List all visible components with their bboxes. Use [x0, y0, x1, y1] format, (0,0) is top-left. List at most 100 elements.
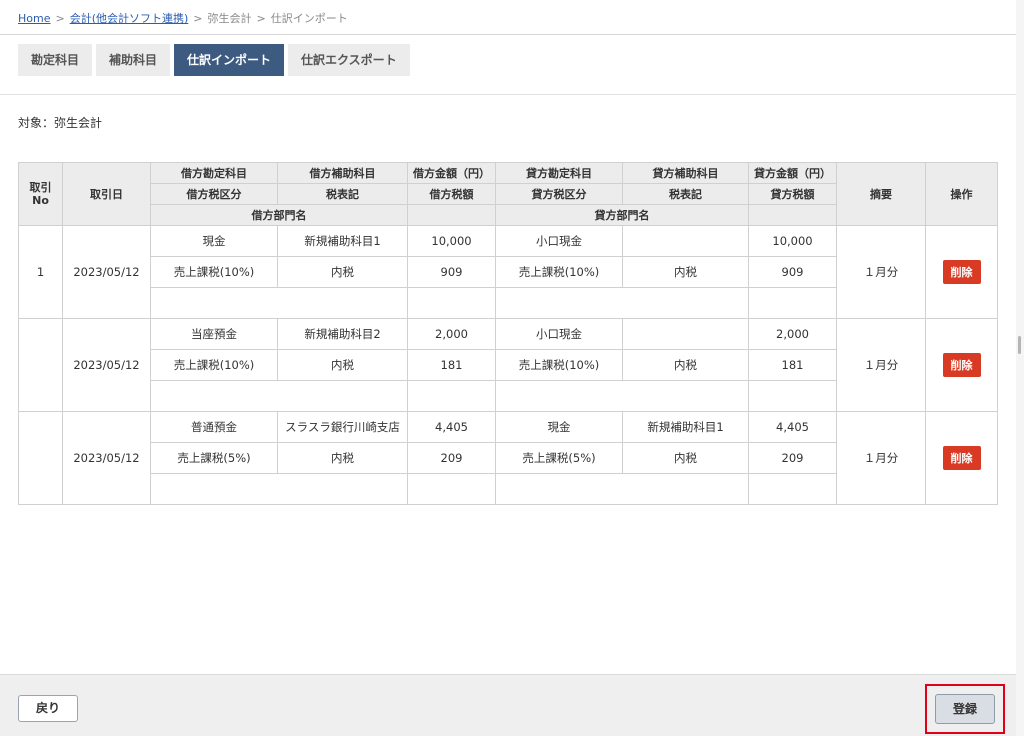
cell-debit-tax-category: 売上課税(5%): [150, 442, 278, 474]
header-credit-tax-category: 貸方税区分: [495, 183, 623, 205]
cell-credit-tax-category: 売上課税(5%): [495, 442, 623, 474]
header-credit-sub-account: 貸方補助科目: [622, 162, 749, 184]
delete-button[interactable]: 削除: [942, 446, 981, 470]
table-row: 2023/05/12 普通預金 スラスラ銀行川崎支店 4,405 現金 新規補助…: [18, 411, 998, 505]
cell-credit-tax-amount: 909: [748, 256, 837, 288]
journal-import-table: 取引 No 取引日 借方勘定科目 借方補助科目 借方金額（円） 貸方勘定科目 貸…: [18, 162, 998, 505]
cell-blank: [748, 473, 837, 505]
cell-memo: １月分: [836, 318, 926, 412]
cell-debit-tax-amount: 909: [407, 256, 496, 288]
table-row: 2023/05/12 当座預金 新規補助科目2 2,000 小口現金 2,000…: [18, 318, 998, 412]
header-debit-tax-amount: 借方税額: [407, 183, 496, 205]
cell-debit-account: 現金: [150, 225, 278, 257]
cell-transaction-no: [18, 318, 63, 412]
cell-debit-tax-category: 売上課税(10%): [150, 256, 278, 288]
cell-credit-sub-account: [622, 318, 749, 350]
header-credit-amount: 貸方金額（円）: [748, 162, 837, 184]
header-debit-account: 借方勘定科目: [150, 162, 278, 184]
breadcrumb-separator: >: [256, 12, 266, 25]
cell-debit-sub-account: 新規補助科目2: [277, 318, 408, 350]
cell-credit-account: 小口現金: [495, 318, 623, 350]
header-transaction-date: 取引日: [62, 162, 151, 226]
cell-operations: 削除: [925, 411, 998, 505]
cell-debit-amount: 2,000: [407, 318, 496, 350]
back-button[interactable]: 戻り: [18, 695, 78, 722]
breadcrumb-yayoi: 弥生会計: [207, 12, 252, 25]
cell-credit-department: [495, 380, 749, 412]
tab-journal-export[interactable]: 仕訳エクスポート: [288, 44, 410, 76]
cell-memo: １月分: [836, 225, 926, 319]
table-row: 1 2023/05/12 現金 新規補助科目1 10,000 小口現金 10,0…: [18, 225, 998, 319]
scrollbar-thumb[interactable]: [1018, 336, 1021, 354]
cell-credit-department: [495, 473, 749, 505]
cell-transaction-date: 2023/05/12: [62, 411, 151, 505]
cell-operations: 削除: [925, 318, 998, 412]
header-debit-department: 借方部門名: [150, 204, 408, 226]
cell-memo: １月分: [836, 411, 926, 505]
cell-debit-account: 当座預金: [150, 318, 278, 350]
divider: [0, 94, 1016, 95]
cell-debit-amount: 4,405: [407, 411, 496, 443]
cell-debit-tax-category: 売上課税(10%): [150, 349, 278, 381]
cell-credit-amount: 10,000: [748, 225, 837, 257]
cell-debit-amount: 10,000: [407, 225, 496, 257]
cell-credit-department: [495, 287, 749, 319]
tab-account-titles[interactable]: 勘定科目: [18, 44, 93, 76]
header-debit-tax-category: 借方税区分: [150, 183, 278, 205]
cell-debit-department: [150, 473, 408, 505]
tab-sub-accounts[interactable]: 補助科目: [96, 44, 171, 76]
header-credit-tax-amount: 貸方税額: [748, 183, 837, 205]
cell-credit-amount: 2,000: [748, 318, 837, 350]
cell-credit-tax-category: 売上課税(10%): [495, 349, 623, 381]
footer-bar: 戻り 登録: [0, 674, 1016, 736]
header-transaction-no: 取引 No: [18, 162, 63, 226]
cell-credit-tax-notation: 内税: [622, 256, 749, 288]
breadcrumb-current: 仕訳インポート: [270, 12, 348, 25]
cell-credit-amount: 4,405: [748, 411, 837, 443]
cell-blank: [407, 287, 496, 319]
header-credit-tax-notation: 税表記: [622, 183, 749, 205]
cell-credit-tax-notation: 内税: [622, 349, 749, 381]
cell-credit-sub-account: [622, 225, 749, 257]
cell-operations: 削除: [925, 225, 998, 319]
cell-credit-sub-account: 新規補助科目1: [622, 411, 749, 443]
breadcrumb-accounting-link[interactable]: 会計(他会計ソフト連携): [70, 12, 189, 25]
cell-blank: [748, 380, 837, 412]
cell-credit-tax-amount: 209: [748, 442, 837, 474]
header-memo: 摘要: [836, 162, 926, 226]
header-debit-tax-notation: 税表記: [277, 183, 408, 205]
cell-credit-account: 小口現金: [495, 225, 623, 257]
breadcrumb-home-link[interactable]: Home: [18, 12, 50, 25]
cell-debit-department: [150, 287, 408, 319]
cell-transaction-no: [18, 411, 63, 505]
header-credit-account: 貸方勘定科目: [495, 162, 623, 184]
header-blank: [748, 204, 837, 226]
cell-credit-tax-amount: 181: [748, 349, 837, 381]
cell-debit-tax-amount: 209: [407, 442, 496, 474]
cell-debit-sub-account: スラスラ銀行川崎支店: [277, 411, 408, 443]
cell-debit-tax-amount: 181: [407, 349, 496, 381]
cell-debit-tax-notation: 内税: [277, 442, 408, 474]
cell-debit-sub-account: 新規補助科目1: [277, 225, 408, 257]
header-debit-sub-account: 借方補助科目: [277, 162, 408, 184]
cell-debit-account: 普通預金: [150, 411, 278, 443]
cell-credit-tax-notation: 内税: [622, 442, 749, 474]
cell-transaction-date: 2023/05/12: [62, 318, 151, 412]
tab-journal-import[interactable]: 仕訳インポート: [174, 44, 285, 76]
delete-button[interactable]: 削除: [942, 260, 981, 284]
cell-transaction-no: 1: [18, 225, 63, 319]
tab-bar: 勘定科目 補助科目 仕訳インポート 仕訳エクスポート: [18, 44, 410, 76]
header-debit-amount: 借方金額（円）: [407, 162, 496, 184]
register-button[interactable]: 登録: [935, 694, 995, 724]
delete-button[interactable]: 削除: [942, 353, 981, 377]
breadcrumb: Home > 会計(他会計ソフト連携) > 弥生会計 > 仕訳インポート: [0, 0, 1016, 35]
cell-blank: [407, 380, 496, 412]
register-highlight: 登録: [925, 684, 1005, 734]
cell-debit-tax-notation: 内税: [277, 349, 408, 381]
cell-debit-tax-notation: 内税: [277, 256, 408, 288]
breadcrumb-separator: >: [193, 12, 203, 25]
header-credit-department: 貸方部門名: [495, 204, 749, 226]
vertical-scrollbar[interactable]: [1016, 0, 1024, 736]
cell-blank: [748, 287, 837, 319]
cell-blank: [407, 473, 496, 505]
